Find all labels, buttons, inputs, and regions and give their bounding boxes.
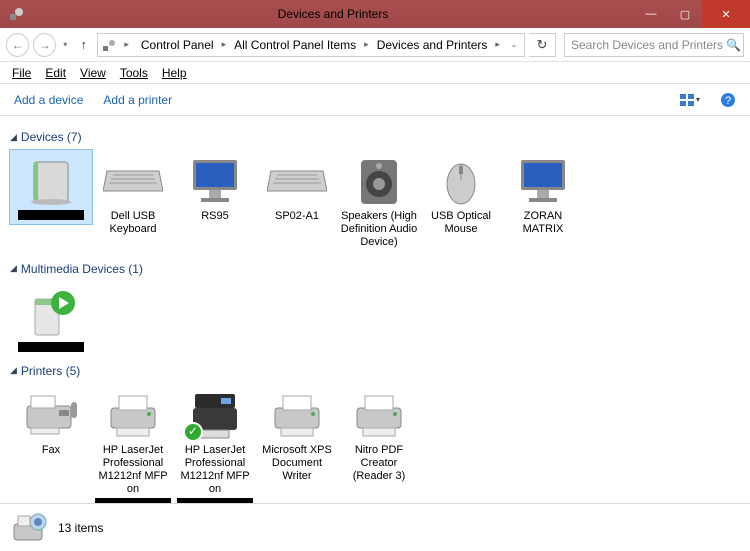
device-item[interactable]: Speakers (High Definition Audio Device)	[338, 150, 420, 254]
monitor-icon	[511, 154, 575, 208]
menu-view[interactable]: View	[74, 64, 112, 82]
chevron-right-icon[interactable]: ▸	[493, 39, 502, 50]
titlebar: Devices and Printers — ▢ ✕	[0, 0, 750, 28]
device-item[interactable]	[10, 282, 92, 356]
search-input[interactable]	[571, 38, 726, 52]
search-box[interactable]: 🔍	[564, 33, 744, 57]
printer-label: Fax	[42, 444, 60, 457]
menu-edit[interactable]: Edit	[39, 64, 72, 82]
close-button[interactable]: ✕	[702, 0, 750, 28]
device-item[interactable]: SP02-A1	[256, 150, 338, 227]
menu-tools[interactable]: Tools	[114, 64, 154, 82]
printer-item[interactable]: ✓ HP LaserJet Professional M1212nf MFP o…	[174, 384, 256, 503]
device-item[interactable]: ZORAN MATRIX	[502, 150, 584, 240]
collapse-icon: ◢	[10, 365, 17, 376]
minimize-button[interactable]: —	[634, 0, 668, 28]
collapse-icon: ◢	[10, 132, 17, 143]
svg-text:?: ?	[725, 95, 731, 107]
device-item[interactable]: Dell USB Keyboard	[92, 150, 174, 240]
printer-item[interactable]: Nitro PDF Creator (Reader 3)	[338, 384, 420, 488]
details-icon	[10, 510, 50, 546]
address-bar[interactable]: ▸ Control Panel ▸ All Control Panel Item…	[97, 33, 525, 57]
window-title: Devices and Printers	[32, 7, 634, 21]
group-title: Printers (5)	[21, 364, 80, 378]
group-title: Multimedia Devices (1)	[21, 262, 143, 276]
monitor-icon	[183, 154, 247, 208]
device-label: Speakers (High Definition Audio Device)	[340, 210, 418, 250]
printer-icon	[265, 388, 329, 442]
breadcrumb[interactable]: Control Panel	[135, 34, 220, 56]
printer-label: Microsoft XPS Document Writer	[258, 444, 336, 484]
up-button[interactable]: ↑	[74, 35, 93, 55]
printer-item[interactable]: Microsoft XPS Document Writer	[256, 384, 338, 488]
keyboard-icon	[101, 154, 165, 208]
search-icon: 🔍	[726, 38, 741, 52]
printer-item[interactable]: Fax	[10, 384, 92, 461]
navigation-bar: ← → ▾ ↑ ▸ Control Panel ▸ All Control Pa…	[0, 28, 750, 62]
menu-bar: File Edit View Tools Help	[0, 62, 750, 84]
menu-help[interactable]: Help	[156, 64, 193, 82]
device-label: RS95	[201, 210, 229, 223]
address-dropdown[interactable]: ⌄	[506, 40, 522, 49]
command-bar: Add a device Add a printer ▾ ?	[0, 84, 750, 116]
add-printer-button[interactable]: Add a printer	[103, 93, 172, 107]
device-item[interactable]	[10, 150, 92, 224]
printer-label: HP LaserJet Professional M1212nf MFP on	[176, 444, 254, 497]
speaker-icon	[347, 154, 411, 208]
media-server-icon	[19, 286, 83, 340]
app-icon	[0, 6, 32, 22]
forward-button[interactable]: →	[33, 33, 56, 57]
device-label: Dell USB Keyboard	[94, 210, 172, 236]
breadcrumb[interactable]: All Control Panel Items	[228, 34, 362, 56]
menu-file[interactable]: File	[6, 64, 37, 82]
breadcrumb[interactable]: Devices and Printers	[371, 34, 494, 56]
details-pane: 13 items	[0, 503, 750, 551]
group-title: Devices (7)	[21, 130, 82, 144]
history-dropdown[interactable]: ▾	[60, 40, 70, 49]
group-header-multimedia[interactable]: ◢ Multimedia Devices (1)	[10, 262, 740, 276]
keyboard-icon	[265, 154, 329, 208]
maximize-button[interactable]: ▢	[668, 0, 702, 28]
fax-icon	[19, 388, 83, 442]
mfp-icon: ✓	[183, 388, 247, 442]
back-button[interactable]: ←	[6, 33, 29, 57]
redacted-label	[18, 210, 84, 220]
device-item[interactable]: RS95	[174, 150, 256, 227]
printer-icon	[347, 388, 411, 442]
redacted-label	[18, 342, 84, 352]
collapse-icon: ◢	[10, 263, 17, 274]
group-header-devices[interactable]: ◢ Devices (7)	[10, 130, 740, 144]
add-device-button[interactable]: Add a device	[14, 93, 83, 107]
chevron-right-icon[interactable]: ▸	[122, 39, 131, 50]
drive-icon	[19, 154, 83, 208]
help-button[interactable]: ?	[720, 92, 736, 108]
device-label: ZORAN MATRIX	[504, 210, 582, 236]
device-label: USB Optical Mouse	[422, 210, 500, 236]
default-check-icon: ✓	[183, 422, 203, 442]
chevron-right-icon[interactable]: ▸	[362, 39, 371, 50]
content-area: ◢ Devices (7) Dell USB Keyboard RS95	[0, 116, 750, 503]
mouse-icon	[429, 154, 493, 208]
printer-label: HP LaserJet Professional M1212nf MFP on	[94, 444, 172, 497]
view-options-button[interactable]: ▾	[680, 93, 700, 107]
device-item[interactable]: USB Optical Mouse	[420, 150, 502, 240]
refresh-button[interactable]: ↻	[529, 33, 556, 57]
printer-label: Nitro PDF Creator (Reader 3)	[340, 444, 418, 484]
item-count: 13 items	[58, 521, 103, 535]
printer-icon	[101, 388, 165, 442]
chevron-right-icon[interactable]: ▸	[220, 39, 229, 50]
location-icon	[100, 36, 118, 54]
device-label: SP02-A1	[275, 210, 319, 223]
group-header-printers[interactable]: ◢ Printers (5)	[10, 364, 740, 378]
printer-item[interactable]: HP LaserJet Professional M1212nf MFP on	[92, 384, 174, 503]
